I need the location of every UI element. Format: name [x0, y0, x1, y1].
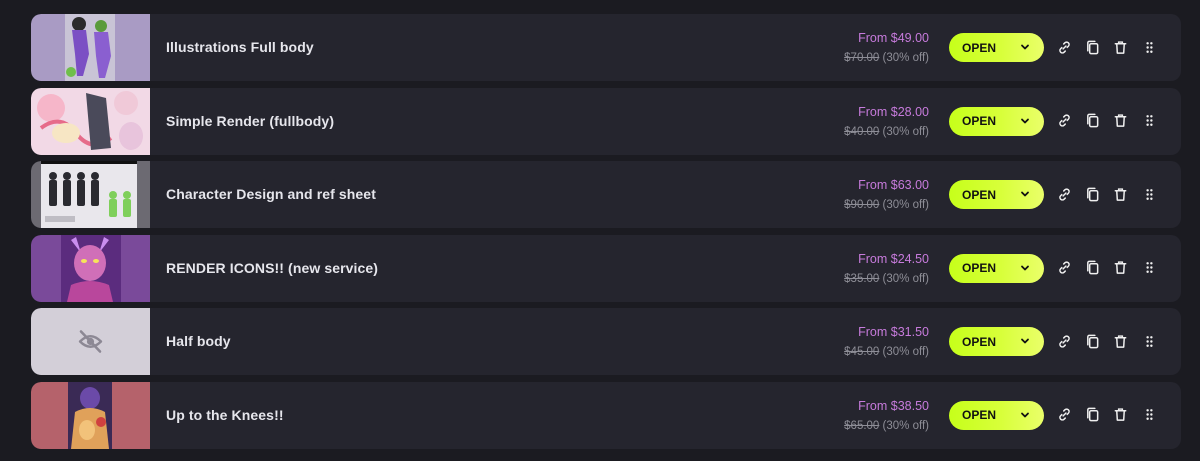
drag-handle-icon[interactable] — [1140, 332, 1158, 350]
service-title: Simple Render (fullbody) — [166, 112, 335, 129]
service-price: From $49.00 — [858, 31, 929, 45]
original-price-value: $40.00 — [844, 125, 880, 138]
drag-handle-icon[interactable] — [1140, 185, 1158, 203]
service-original-price: $40.00 (30% off) — [844, 126, 929, 138]
service-row[interactable]: RENDER ICONS!! (new service) From $24.50… — [31, 234, 1181, 302]
service-thumbnail[interactable] — [31, 234, 150, 302]
original-price-value: $90.00 — [844, 199, 880, 211]
status-dropdown-button[interactable]: OPEN — [949, 253, 1044, 283]
original-price-value: $65.00 — [844, 419, 880, 432]
service-list: Illustrations Full body From $49.00 $70.… — [31, 14, 1181, 455]
service-thumbnail[interactable] — [31, 161, 150, 228]
drag-handle-icon[interactable] — [1140, 112, 1158, 130]
service-row[interactable]: Half body From $31.50 $45.00 (30% off) O… — [31, 308, 1181, 375]
service-original-price: $35.00 (30% off) — [844, 273, 929, 285]
status-label: OPEN — [962, 334, 997, 349]
trash-icon[interactable] — [1111, 185, 1129, 203]
service-price: From $28.00 — [858, 104, 929, 119]
service-row[interactable]: Simple Render (fullbody) From $28.00 $40… — [31, 87, 1181, 155]
service-row[interactable]: Illustrations Full body From $49.00 $70.… — [31, 14, 1181, 81]
original-price-value: $70.00 — [844, 52, 880, 64]
service-thumbnail[interactable] — [31, 381, 150, 449]
status-dropdown-button[interactable]: OPEN — [949, 106, 1044, 136]
chevron-down-icon — [1021, 265, 1029, 270]
service-title: RENDER ICONS!! (new service) — [166, 259, 379, 276]
status-label: OPEN — [962, 114, 997, 128]
trash-icon[interactable] — [1111, 38, 1129, 56]
service-original-price: $65.00 (30% off) — [844, 420, 929, 432]
status-dropdown-button[interactable]: OPEN — [949, 180, 1044, 209]
service-original-price: $90.00 (30% off) — [844, 199, 929, 211]
discount-label: (30% off) — [882, 419, 929, 432]
status-dropdown-button[interactable]: OPEN — [949, 400, 1044, 430]
service-thumbnail[interactable] — [31, 14, 150, 81]
service-title: Up to the Knees!! — [166, 406, 284, 423]
original-price-value: $35.00 — [844, 272, 880, 285]
link-icon[interactable] — [1055, 185, 1073, 203]
discount-label: (30% off) — [882, 52, 929, 64]
service-original-price: $70.00 (30% off) — [844, 52, 929, 64]
service-title: Character Design and ref sheet — [166, 186, 376, 202]
service-thumbnail[interactable] — [31, 308, 150, 375]
service-title: Half body — [166, 333, 231, 349]
link-icon[interactable] — [1055, 112, 1073, 130]
trash-icon[interactable] — [1111, 406, 1129, 424]
service-price: From $31.50 — [858, 325, 929, 339]
status-dropdown-button[interactable]: OPEN — [949, 327, 1044, 356]
chevron-down-icon — [1021, 338, 1029, 344]
status-label: OPEN — [962, 408, 997, 422]
status-dropdown-button[interactable]: OPEN — [949, 33, 1044, 62]
chevron-down-icon — [1021, 412, 1029, 417]
discount-label: (30% off) — [882, 125, 929, 138]
copy-icon[interactable] — [1083, 38, 1101, 56]
copy-icon[interactable] — [1083, 185, 1101, 203]
drag-handle-icon[interactable] — [1140, 38, 1158, 56]
status-label: OPEN — [962, 187, 997, 202]
service-price: From $24.50 — [858, 251, 929, 266]
trash-icon[interactable] — [1111, 112, 1129, 130]
chevron-down-icon — [1021, 191, 1029, 197]
service-thumbnail[interactable] — [31, 87, 150, 155]
copy-icon[interactable] — [1083, 259, 1101, 277]
link-icon[interactable] — [1055, 406, 1073, 424]
trash-icon[interactable] — [1111, 332, 1129, 350]
service-title: Illustrations Full body — [166, 39, 314, 55]
discount-label: (30% off) — [882, 346, 929, 358]
discount-label: (30% off) — [882, 199, 929, 211]
service-row[interactable]: Up to the Knees!! From $38.50 $65.00 (30… — [31, 381, 1181, 449]
discount-label: (30% off) — [882, 272, 929, 285]
service-row[interactable]: Character Design and ref sheet From $63.… — [31, 161, 1181, 228]
link-icon[interactable] — [1055, 259, 1073, 277]
service-price: From $38.50 — [858, 398, 929, 413]
copy-icon[interactable] — [1083, 332, 1101, 350]
drag-handle-icon[interactable] — [1140, 406, 1158, 424]
status-label: OPEN — [962, 261, 997, 275]
link-icon[interactable] — [1055, 38, 1073, 56]
chevron-down-icon — [1021, 118, 1029, 123]
link-icon[interactable] — [1055, 332, 1073, 350]
service-price: From $63.00 — [858, 178, 929, 192]
drag-handle-icon[interactable] — [1140, 259, 1158, 277]
copy-icon[interactable] — [1083, 406, 1101, 424]
service-original-price: $45.00 (30% off) — [844, 346, 929, 358]
copy-icon[interactable] — [1083, 112, 1101, 130]
original-price-value: $45.00 — [844, 346, 880, 358]
status-label: OPEN — [962, 40, 997, 55]
chevron-down-icon — [1021, 44, 1029, 50]
trash-icon[interactable] — [1111, 259, 1129, 277]
